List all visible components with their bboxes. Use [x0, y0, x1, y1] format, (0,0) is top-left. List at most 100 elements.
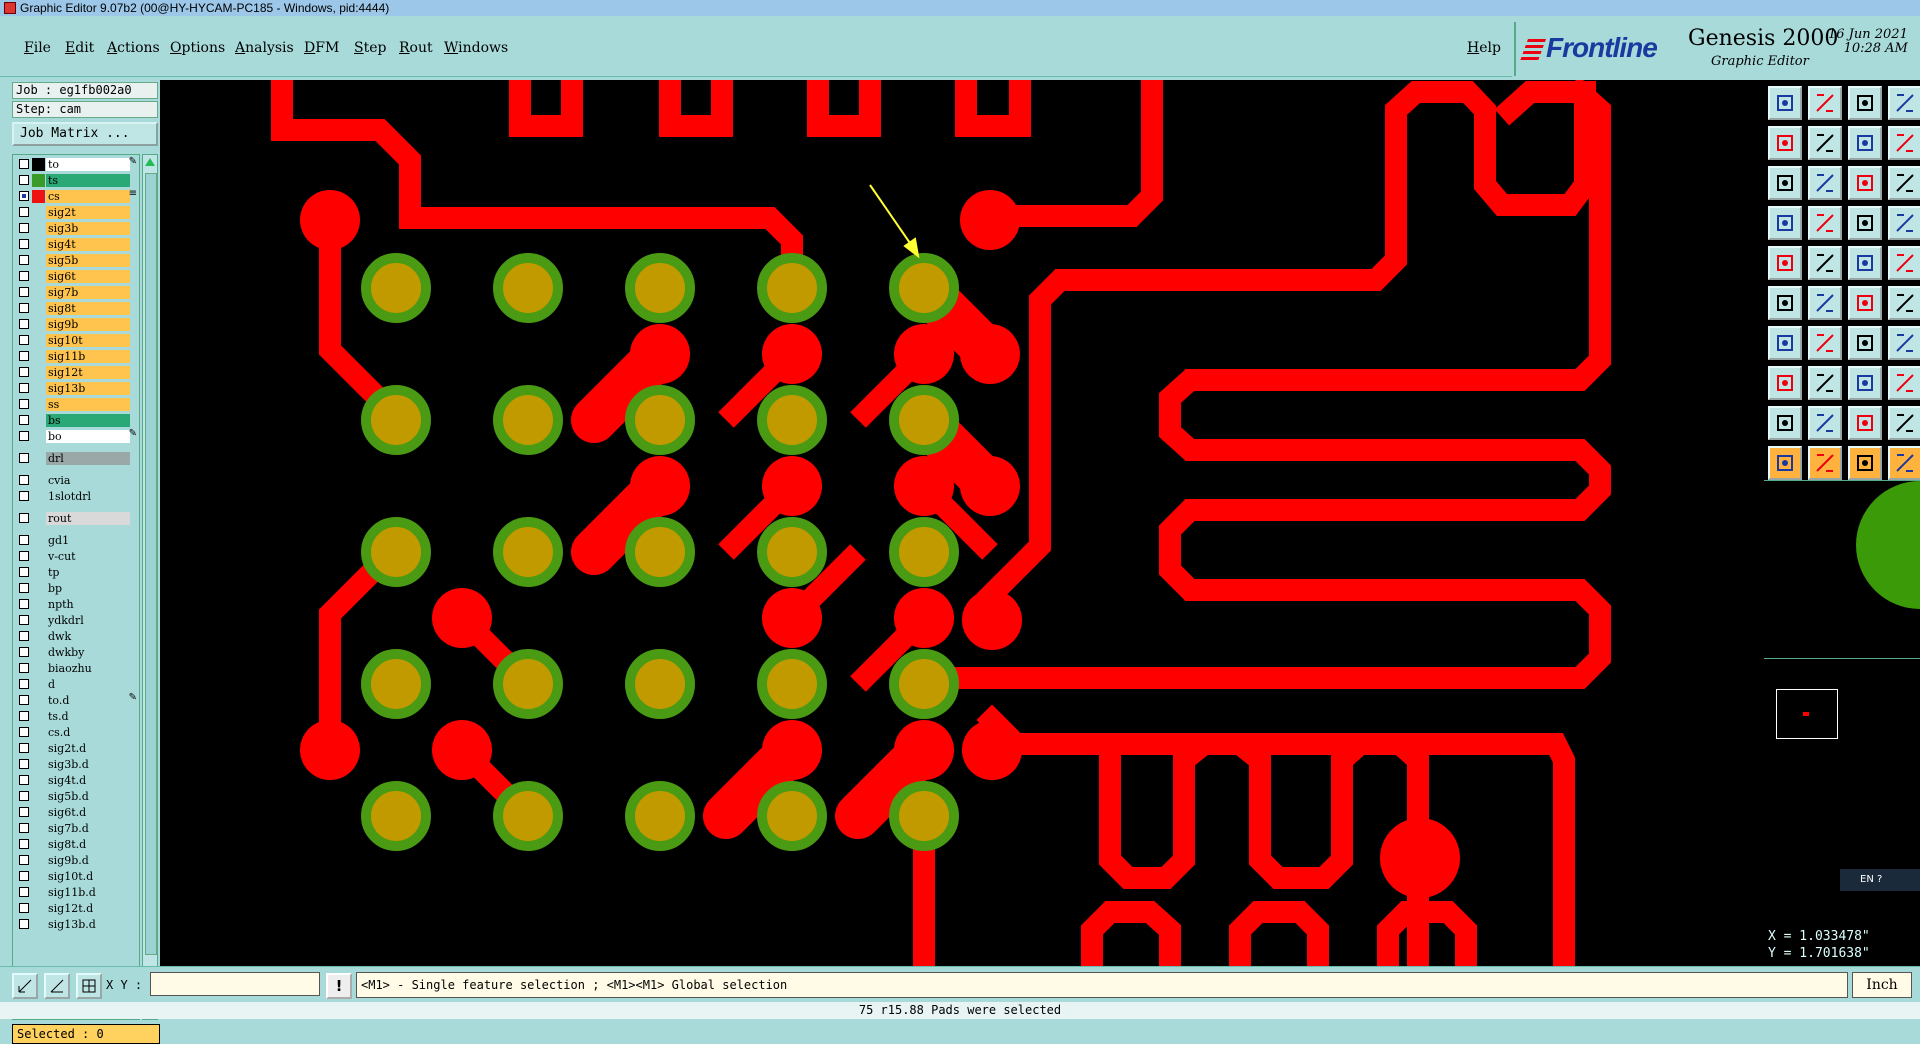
layer-row[interactable]: npth — [13, 597, 139, 612]
layer-checkbox[interactable] — [19, 319, 29, 329]
layer-name[interactable]: sig11b — [46, 350, 130, 363]
layer-checkbox[interactable] — [19, 207, 29, 217]
layer-checkbox[interactable] — [19, 887, 29, 897]
layer-row[interactable]: tp — [13, 565, 139, 580]
layer-row[interactable]: sig7b.d — [13, 821, 139, 836]
layer-checkbox[interactable] — [19, 255, 29, 265]
layer-checkbox[interactable] — [19, 223, 29, 233]
navigator-viewport[interactable] — [1776, 689, 1838, 739]
layer-name[interactable]: bs — [46, 414, 130, 427]
open-step-button[interactable] — [1768, 86, 1802, 120]
layer-row[interactable]: sig12t.d — [13, 901, 139, 916]
layer-checkbox[interactable] — [19, 551, 29, 561]
zoom-window-button[interactable] — [12, 973, 38, 999]
menu-step[interactable]: Step — [354, 40, 386, 56]
layer-name[interactable]: sig10t — [46, 334, 130, 347]
layer-checkbox[interactable] — [19, 791, 29, 801]
layer-row[interactable]: drl — [13, 451, 139, 466]
layer-checkbox[interactable] — [19, 727, 29, 737]
menu-edit[interactable]: Edit — [65, 40, 94, 56]
menu-actions[interactable]: Actions — [107, 40, 160, 56]
help-query-button[interactable] — [1888, 166, 1920, 200]
layer-checkbox[interactable] — [19, 287, 29, 297]
layer-row[interactable]: ss — [13, 397, 139, 412]
layer-checkbox[interactable] — [19, 491, 29, 501]
layer-name[interactable]: sig6t.d — [46, 806, 130, 819]
job-matrix-button[interactable]: Job Matrix ... — [12, 122, 158, 146]
layer-row[interactable]: v-cut — [13, 549, 139, 564]
layer-name[interactable]: sig5b — [46, 254, 130, 267]
align-button[interactable] — [1888, 326, 1920, 360]
net-button[interactable] — [1848, 206, 1882, 240]
layer-checkbox[interactable] — [19, 759, 29, 769]
layer-row[interactable]: sig8t.d — [13, 837, 139, 852]
warn-button[interactable] — [1768, 406, 1802, 440]
layer-name[interactable]: d — [46, 678, 130, 691]
angle-button[interactable] — [1848, 286, 1882, 320]
layer-checkbox[interactable] — [19, 367, 29, 377]
scroll-thumb[interactable] — [145, 173, 157, 955]
node-button[interactable] — [1888, 286, 1920, 320]
menu-analysis[interactable]: Analysis — [235, 40, 294, 56]
graphic-canvas[interactable] — [160, 80, 1764, 966]
layer-row[interactable]: sig2t — [13, 205, 139, 220]
layer-row[interactable]: ydkdrl — [13, 613, 139, 628]
scroll-up-icon[interactable] — [145, 158, 155, 166]
layer-row[interactable]: dwkby — [13, 645, 139, 660]
layer-name[interactable]: sig11b.d — [46, 886, 130, 899]
layer-row[interactable]: sig3b — [13, 221, 139, 236]
warn2-button[interactable] — [1808, 406, 1842, 440]
layer-row[interactable]: sig5b.d — [13, 789, 139, 804]
layer-list-scrollbar[interactable] — [142, 154, 158, 1020]
layer-name[interactable]: sig4t — [46, 238, 130, 251]
layer-checkbox[interactable] — [19, 599, 29, 609]
layer-name[interactable]: dwkby — [46, 646, 130, 659]
unit-selector[interactable]: Inch — [1852, 972, 1912, 998]
text-button[interactable] — [1888, 126, 1920, 160]
layer-name[interactable]: sig12t — [46, 366, 130, 379]
layer-name[interactable]: sig7b.d — [46, 822, 130, 835]
layer-name[interactable]: to — [46, 158, 130, 171]
layer-name[interactable]: ss — [46, 398, 130, 411]
xy-input[interactable] — [150, 972, 320, 996]
pcb-drawing[interactable] — [160, 80, 1764, 966]
layer-checkbox[interactable] — [19, 679, 29, 689]
ime-indicator[interactable]: EN ? — [1840, 869, 1920, 891]
layer-checkbox[interactable] — [19, 663, 29, 673]
layer-name[interactable]: sig9b.d — [46, 854, 130, 867]
layer-checkbox[interactable] — [19, 839, 29, 849]
layer-name[interactable]: v-cut — [46, 550, 130, 563]
layer-name[interactable]: gd1 — [46, 534, 130, 547]
menu-file[interactable]: File — [24, 40, 51, 56]
layer-name[interactable]: sig8t — [46, 302, 130, 315]
layer-name[interactable]: ts — [46, 174, 130, 187]
layer-row[interactable]: sig10t.d — [13, 869, 139, 884]
warning-button[interactable]: ! — [326, 973, 352, 999]
layer-name[interactable]: sig8t.d — [46, 838, 130, 851]
layer-name[interactable]: sig5b.d — [46, 790, 130, 803]
copy-button[interactable] — [1888, 366, 1920, 400]
layer-name[interactable]: sig6t — [46, 270, 130, 283]
layer-name[interactable]: cs — [46, 190, 130, 203]
layer-name[interactable]: ydkdrl — [46, 614, 130, 627]
layer-checkbox[interactable] — [19, 711, 29, 721]
layer-row[interactable]: gd1 — [13, 533, 139, 548]
layout-button[interactable] — [1888, 86, 1920, 120]
prev-button[interactable] — [1768, 126, 1802, 160]
layer-row[interactable]: sig13b — [13, 381, 139, 396]
snap-button[interactable] — [1768, 286, 1802, 320]
menu-options[interactable]: Options — [170, 40, 225, 56]
layer-name[interactable]: drl — [46, 452, 130, 465]
layers-button[interactable] — [1888, 206, 1920, 240]
layer-row[interactable]: sig5b — [13, 253, 139, 268]
layer-row[interactable]: sig4t.d — [13, 773, 139, 788]
layer-row[interactable]: sig10t — [13, 333, 139, 348]
layer-row[interactable]: sig13b.d — [13, 917, 139, 932]
help-icon[interactable]: ? — [1877, 874, 1882, 885]
layer-checkbox[interactable] — [19, 919, 29, 929]
layer-checkbox[interactable] — [19, 415, 29, 425]
layer-row[interactable]: dwk — [13, 629, 139, 644]
dot-button[interactable] — [1888, 246, 1920, 280]
layer-name[interactable]: ts.d — [46, 710, 130, 723]
edit-button[interactable] — [1808, 246, 1842, 280]
